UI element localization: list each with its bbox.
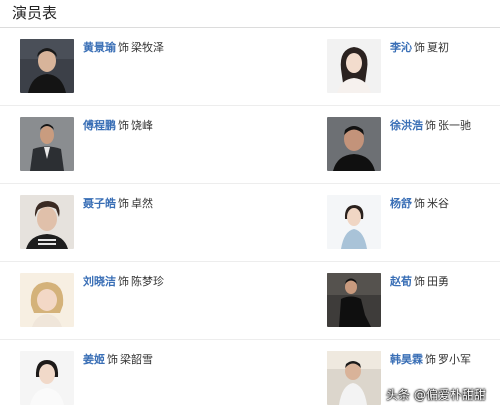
cast-credit: 姜姬饰梁韶雪 <box>83 353 153 367</box>
actor-photo[interactable] <box>327 273 381 327</box>
actor-name-link[interactable]: 傅程鹏 <box>83 119 116 132</box>
role-word: 饰 <box>414 41 425 54</box>
actor-photo[interactable] <box>327 351 381 405</box>
character-name: 田勇 <box>427 275 449 288</box>
character-name: 夏初 <box>427 41 449 54</box>
role-word: 饰 <box>118 197 129 210</box>
actor-photo[interactable] <box>20 351 74 405</box>
cast-credit: 徐洪浩饰张一驰 <box>390 119 471 133</box>
actor-photo[interactable] <box>327 117 381 171</box>
cast-credit: 刘晓洁饰陈梦珍 <box>83 275 164 289</box>
cast-list: 黄景瑜饰梁牧泽 李沁饰夏初 傅程鹏 饰 饶峰 徐洪浩 饰 张一驰 聂子皓 饰 卓… <box>0 28 500 417</box>
actor-name-link[interactable]: 刘晓洁 <box>83 275 116 288</box>
cast-credit: 傅程鹏饰饶峰 <box>83 119 153 133</box>
cast-row: 刘晓洁饰陈梦珍 赵荀饰田勇 <box>0 262 500 340</box>
cast-row: 傅程鹏饰饶峰 徐洪浩饰张一驰 <box>0 106 500 184</box>
character-name: 罗小军 <box>438 353 471 366</box>
section-title: 演员表 <box>12 4 58 22</box>
role-word: 饰 <box>414 275 425 288</box>
role-word: 饰 <box>118 119 129 132</box>
cast-row: 黄景瑜饰梁牧泽 李沁饰夏初 <box>0 28 500 106</box>
cast-credit: 黄景瑜饰梁牧泽 <box>83 41 164 55</box>
actor-photo[interactable] <box>20 117 74 171</box>
cast-credit: 赵荀饰田勇 <box>390 275 449 289</box>
actor-photo[interactable] <box>20 195 74 249</box>
character-name: 梁韶雪 <box>120 353 153 366</box>
character-name: 饶峰 <box>131 119 153 132</box>
actor-name-link[interactable]: 韩昊霖 <box>390 353 423 366</box>
role-word: 饰 <box>425 119 436 132</box>
character-name: 米谷 <box>427 197 449 210</box>
character-name: 张一驰 <box>438 119 471 132</box>
actor-photo[interactable] <box>20 39 74 93</box>
role-word: 饰 <box>414 197 425 210</box>
actor-name-link[interactable]: 杨舒 <box>390 197 412 210</box>
character-name: 陈梦珍 <box>131 275 164 288</box>
actor-name-link[interactable]: 李沁 <box>390 41 412 54</box>
cast-row: 姜姬饰梁韶雪 韩昊霖饰罗小军 <box>0 340 500 417</box>
cast-row: 聂子皓饰卓然 杨舒饰米谷 <box>0 184 500 262</box>
watermark-text: 头条 @偏爱朴甜甜 <box>386 388 486 402</box>
actor-name-link[interactable]: 黄景瑜 <box>83 41 116 54</box>
actor-name-link[interactable]: 徐洪浩 <box>390 119 423 132</box>
cast-credit: 韩昊霖饰罗小军 <box>390 353 471 367</box>
actor-photo[interactable] <box>327 195 381 249</box>
actor-name-link[interactable]: 赵荀 <box>390 275 412 288</box>
role-word: 饰 <box>107 353 118 366</box>
character-name: 梁牧泽 <box>131 41 164 54</box>
cast-credit: 聂子皓饰卓然 <box>83 197 153 211</box>
actor-photo[interactable] <box>20 273 74 327</box>
character-name: 卓然 <box>131 197 153 210</box>
actor-name-link[interactable]: 聂子皓 <box>83 197 116 210</box>
cast-credit: 杨舒饰米谷 <box>390 197 449 211</box>
role-word: 饰 <box>118 275 129 288</box>
actor-name-link[interactable]: 姜姬 <box>83 353 105 366</box>
cast-credit: 李沁饰夏初 <box>390 41 449 55</box>
actor-photo[interactable] <box>327 39 381 93</box>
role-word: 饰 <box>118 41 129 54</box>
role-word: 饰 <box>425 353 436 366</box>
